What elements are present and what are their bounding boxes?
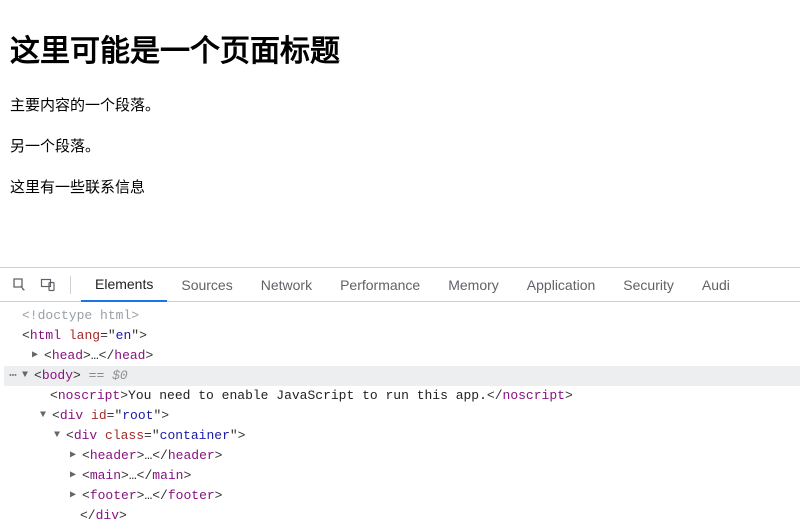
div-close-node: </div> [80, 506, 127, 526]
tab-sources[interactable]: Sources [167, 268, 246, 302]
devtools-panel: Elements Sources Network Performance Mem… [0, 267, 800, 530]
tab-elements[interactable]: Elements [81, 268, 167, 302]
header-node: <header>…</header> [82, 446, 222, 466]
div-container-node: <div class="container"> [66, 426, 245, 446]
elements-dom-tree[interactable]: <!doctype html> <html lang="en"> ▶ <head… [0, 302, 800, 526]
tab-security[interactable]: Security [609, 268, 688, 302]
dom-row[interactable]: </div> [4, 506, 800, 526]
tabbar-separator [70, 276, 71, 294]
expand-triangle-icon[interactable]: ▼ [40, 406, 50, 426]
body-open-tag: <body> [34, 366, 81, 386]
doctype-node: <!doctype html> [22, 306, 139, 326]
dom-row[interactable]: ▶ <header>…</header> [4, 446, 800, 466]
dollar-zero-marker: $0 [112, 366, 128, 386]
head-node: <head>…</head> [44, 346, 153, 366]
dom-row[interactable]: <!doctype html> [4, 306, 800, 326]
device-toggle-icon[interactable] [36, 273, 60, 297]
div-root-node: <div id="root"> [52, 406, 169, 426]
tab-audits[interactable]: Audi [688, 268, 744, 302]
inspect-icon[interactable] [8, 273, 32, 297]
page-title: 这里可能是一个页面标题 [10, 26, 790, 70]
footer-node: <footer>…</footer> [82, 486, 222, 506]
dom-row-selected[interactable]: ⋯ ▼ <body> == $0 [4, 366, 800, 386]
tab-performance[interactable]: Performance [326, 268, 434, 302]
dom-row[interactable]: ▼ <div class="container"> [4, 426, 800, 446]
expand-triangle-icon[interactable]: ▶ [70, 446, 80, 466]
dom-row[interactable]: ▶ <main>…</main> [4, 466, 800, 486]
tab-application[interactable]: Application [513, 268, 610, 302]
paragraph-2: 另一个段落。 [10, 135, 790, 156]
dom-row[interactable]: ▼ <div id="root"> [4, 406, 800, 426]
dom-row[interactable]: ▶ <footer>…</footer> [4, 486, 800, 506]
paragraph-1: 主要内容的一个段落。 [10, 94, 790, 115]
expand-triangle-icon[interactable]: ▶ [32, 346, 42, 366]
contact-info: 这里有一些联系信息 [10, 176, 790, 197]
tab-memory[interactable]: Memory [434, 268, 513, 302]
expand-triangle-icon[interactable]: ▼ [22, 366, 32, 386]
dom-row[interactable]: <html lang="en"> [4, 326, 800, 346]
expand-triangle-icon[interactable]: ▶ [70, 486, 80, 506]
dom-row[interactable]: <noscript>You need to enable JavaScript … [4, 386, 800, 406]
row-gutter-ellipsis-icon[interactable]: ⋯ [4, 366, 22, 386]
main-node: <main>…</main> [82, 466, 191, 486]
expand-triangle-icon[interactable]: ▼ [54, 426, 64, 446]
tab-network[interactable]: Network [247, 268, 326, 302]
html-open-tag: <html lang="en"> [22, 326, 147, 346]
expand-triangle-icon[interactable]: ▶ [70, 466, 80, 486]
noscript-node: <noscript>You need to enable JavaScript … [50, 386, 573, 406]
dom-row[interactable]: ▶ <head>…</head> [4, 346, 800, 366]
devtools-tabbar: Elements Sources Network Performance Mem… [0, 268, 800, 302]
equals-marker: == [81, 366, 112, 386]
